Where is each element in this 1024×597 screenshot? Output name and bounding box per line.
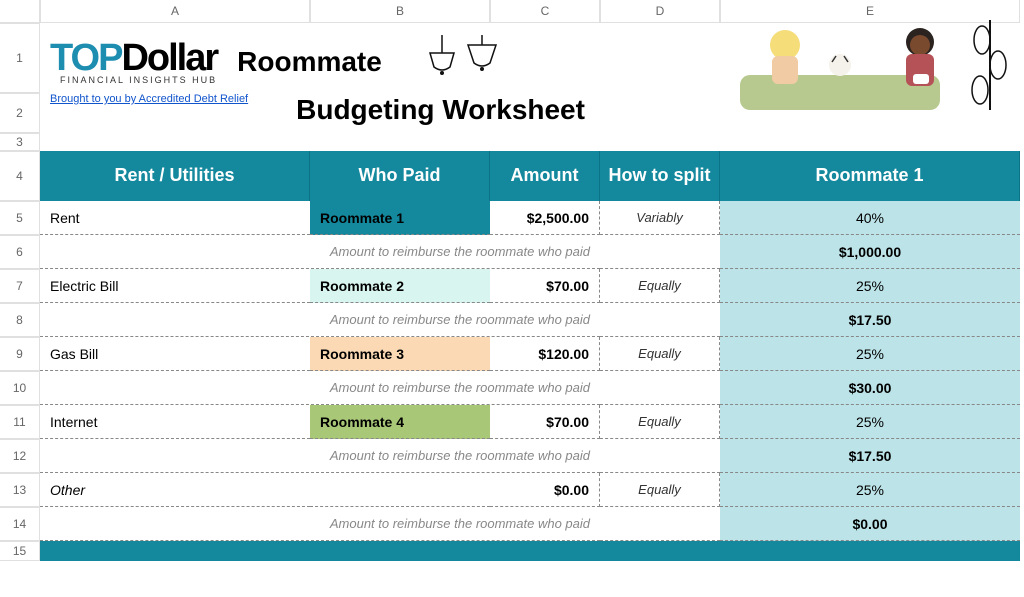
banner-bottom: Brought to you by Accredited Debt Relief… bbox=[40, 93, 1020, 133]
row-header-9[interactable]: 9 bbox=[0, 337, 40, 371]
reimburse-gap[interactable] bbox=[600, 371, 720, 405]
lamps-icon bbox=[422, 35, 522, 90]
item-name[interactable]: Electric Bill bbox=[40, 269, 310, 303]
reimburse-amount[interactable]: $17.50 bbox=[720, 303, 1020, 337]
corner-cell[interactable] bbox=[0, 0, 40, 23]
amount[interactable]: $120.00 bbox=[490, 337, 600, 371]
row-header-15[interactable]: 15 bbox=[0, 541, 40, 561]
banner-top: TOPDollar FINANCIAL INSIGHTS HUB Roommat… bbox=[40, 23, 1020, 93]
reimburse-label: Amount to reimburse the roommate who pai… bbox=[40, 303, 600, 337]
roommate1-share[interactable]: 40% bbox=[720, 201, 1020, 235]
row-header-8[interactable]: 8 bbox=[0, 303, 40, 337]
reimburse-amount[interactable]: $0.00 bbox=[720, 507, 1020, 541]
how-to-split[interactable]: Variably bbox=[600, 201, 720, 235]
worksheet-title-2: Budgeting Worksheet bbox=[296, 93, 585, 127]
reimburse-label: Amount to reimburse the roommate who pai… bbox=[40, 235, 600, 269]
row-header-10[interactable]: 10 bbox=[0, 371, 40, 405]
item-name[interactable]: Gas Bill bbox=[40, 337, 310, 371]
reimburse-label: Amount to reimburse the roommate who pai… bbox=[40, 507, 600, 541]
row-header-6[interactable]: 6 bbox=[0, 235, 40, 269]
empty-row[interactable] bbox=[40, 133, 1020, 151]
credit-link[interactable]: Brought to you by Accredited Debt Relief bbox=[50, 93, 248, 105]
how-to-split[interactable]: Equally bbox=[600, 337, 720, 371]
reimburse-gap[interactable] bbox=[600, 303, 720, 337]
header-roommate-1[interactable]: Roommate 1 bbox=[720, 151, 1020, 201]
who-paid[interactable] bbox=[310, 473, 490, 507]
row-header-2[interactable]: 2 bbox=[0, 93, 40, 133]
logo-text: TOPDollar bbox=[50, 39, 217, 77]
roommate1-share[interactable]: 25% bbox=[720, 473, 1020, 507]
spreadsheet-grid: A B C D E 1 TOPDollar FINANCIAL INSIGHTS… bbox=[0, 0, 1024, 561]
reimburse-amount[interactable]: $30.00 bbox=[720, 371, 1020, 405]
row-header-11[interactable]: 11 bbox=[0, 405, 40, 439]
amount[interactable]: $70.00 bbox=[490, 405, 600, 439]
reimburse-label: Amount to reimburse the roommate who pai… bbox=[40, 371, 600, 405]
logo-dollar-text: Dollar bbox=[121, 37, 217, 79]
col-header-D[interactable]: D bbox=[600, 0, 720, 23]
who-paid[interactable]: Roommate 2 bbox=[310, 269, 490, 303]
how-to-split[interactable]: Equally bbox=[600, 269, 720, 303]
reimburse-gap[interactable] bbox=[600, 235, 720, 269]
amount[interactable]: $2,500.00 bbox=[490, 201, 600, 235]
reimburse-label: Amount to reimburse the roommate who pai… bbox=[40, 439, 600, 473]
col-header-C[interactable]: C bbox=[490, 0, 600, 23]
header-amount[interactable]: Amount bbox=[490, 151, 600, 201]
row-header-7[interactable]: 7 bbox=[0, 269, 40, 303]
worksheet-title-line1: Roommate bbox=[237, 45, 382, 79]
header-rent-utilities[interactable]: Rent / Utilities bbox=[40, 151, 310, 201]
amount[interactable]: $0.00 bbox=[490, 473, 600, 507]
reimburse-gap[interactable] bbox=[600, 507, 720, 541]
reimburse-amount[interactable]: $17.50 bbox=[720, 439, 1020, 473]
reimburse-gap[interactable] bbox=[600, 439, 720, 473]
row-header-3[interactable]: 3 bbox=[0, 133, 40, 151]
how-to-split[interactable]: Equally bbox=[600, 473, 720, 507]
amount[interactable]: $70.00 bbox=[490, 269, 600, 303]
col-header-B[interactable]: B bbox=[310, 0, 490, 23]
item-name[interactable]: Other bbox=[40, 473, 310, 507]
reimburse-amount[interactable]: $1,000.00 bbox=[720, 235, 1020, 269]
how-to-split[interactable]: Equally bbox=[600, 405, 720, 439]
header-who-paid[interactable]: Who Paid bbox=[310, 151, 490, 201]
item-name[interactable]: Rent bbox=[40, 201, 310, 235]
roommate1-share[interactable]: 25% bbox=[720, 405, 1020, 439]
who-paid[interactable]: Roommate 1 bbox=[310, 201, 490, 235]
roommate1-share[interactable]: 25% bbox=[720, 337, 1020, 371]
row-header-4[interactable]: 4 bbox=[0, 151, 40, 201]
who-paid[interactable]: Roommate 3 bbox=[310, 337, 490, 371]
who-paid[interactable]: Roommate 4 bbox=[310, 405, 490, 439]
brand-logo: TOPDollar FINANCIAL INSIGHTS HUB bbox=[50, 39, 217, 85]
row-header-13[interactable]: 13 bbox=[0, 473, 40, 507]
row-header-1[interactable]: 1 bbox=[0, 23, 40, 93]
footer-bar[interactable] bbox=[40, 541, 1020, 561]
row-header-5[interactable]: 5 bbox=[0, 201, 40, 235]
roommate1-share[interactable]: 25% bbox=[720, 269, 1020, 303]
row-header-12[interactable]: 12 bbox=[0, 439, 40, 473]
logo-subtitle: FINANCIAL INSIGHTS HUB bbox=[50, 75, 217, 85]
logo-top-text: TOP bbox=[50, 37, 121, 79]
worksheet-title: Roommate bbox=[237, 45, 382, 79]
header-how-to-split[interactable]: How to split bbox=[600, 151, 720, 201]
row-header-14[interactable]: 14 bbox=[0, 507, 40, 541]
item-name[interactable]: Internet bbox=[40, 405, 310, 439]
col-header-A[interactable]: A bbox=[40, 0, 310, 23]
